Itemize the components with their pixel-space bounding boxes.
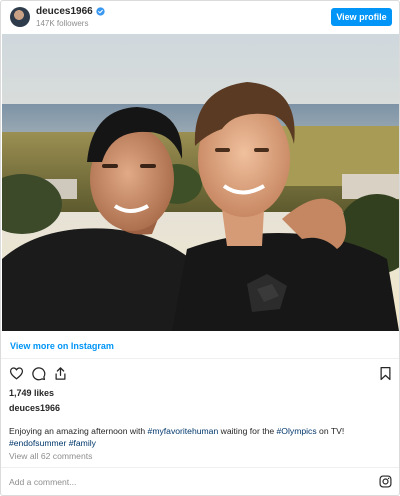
verified-badge-icon — [96, 7, 105, 16]
caption-text: Enjoying an amazing afternoon with — [9, 426, 148, 436]
comment-bar: Add a comment... — [1, 467, 399, 495]
hashtag-link[interactable]: #myfavoritehuman — [148, 426, 219, 436]
avatar[interactable] — [10, 7, 30, 27]
instagram-embed-card: deuces1966 147K followers View profile V… — [0, 0, 400, 496]
view-more-link[interactable]: View more on Instagram — [10, 341, 114, 351]
view-profile-button[interactable]: View profile — [331, 8, 392, 26]
post-photo[interactable] — [2, 34, 399, 331]
add-comment-input[interactable]: Add a comment... — [9, 477, 76, 487]
post-header: deuces1966 147K followers View profile — [1, 1, 399, 33]
action-bar — [1, 363, 399, 385]
caption-text: waiting for the — [218, 426, 277, 436]
likes-count[interactable]: 1,749 likes — [9, 388, 54, 398]
view-all-comments-link[interactable]: View all 62 comments — [9, 451, 92, 461]
post-caption: Enjoying an amazing afternoon with #myfa… — [9, 425, 389, 449]
comment-icon[interactable] — [31, 366, 46, 381]
share-icon[interactable] — [53, 366, 68, 381]
bookmark-icon[interactable] — [378, 366, 393, 381]
hashtag-link[interactable]: #family — [69, 438, 96, 448]
username-row: deuces1966 — [36, 6, 105, 17]
view-more-bar: View more on Instagram — [1, 332, 399, 359]
photo-image — [2, 34, 399, 331]
instagram-logo-icon[interactable] — [379, 475, 392, 488]
hashtag-link[interactable]: #endofsummer — [9, 438, 66, 448]
post-owner-username[interactable]: deuces1966 — [9, 403, 60, 413]
caption-text: on TV! — [316, 426, 345, 436]
username[interactable]: deuces1966 — [36, 6, 93, 17]
followers-count: 147K followers — [36, 19, 89, 28]
heart-icon[interactable] — [9, 366, 24, 381]
hashtag-link[interactable]: #Olympics — [277, 426, 317, 436]
